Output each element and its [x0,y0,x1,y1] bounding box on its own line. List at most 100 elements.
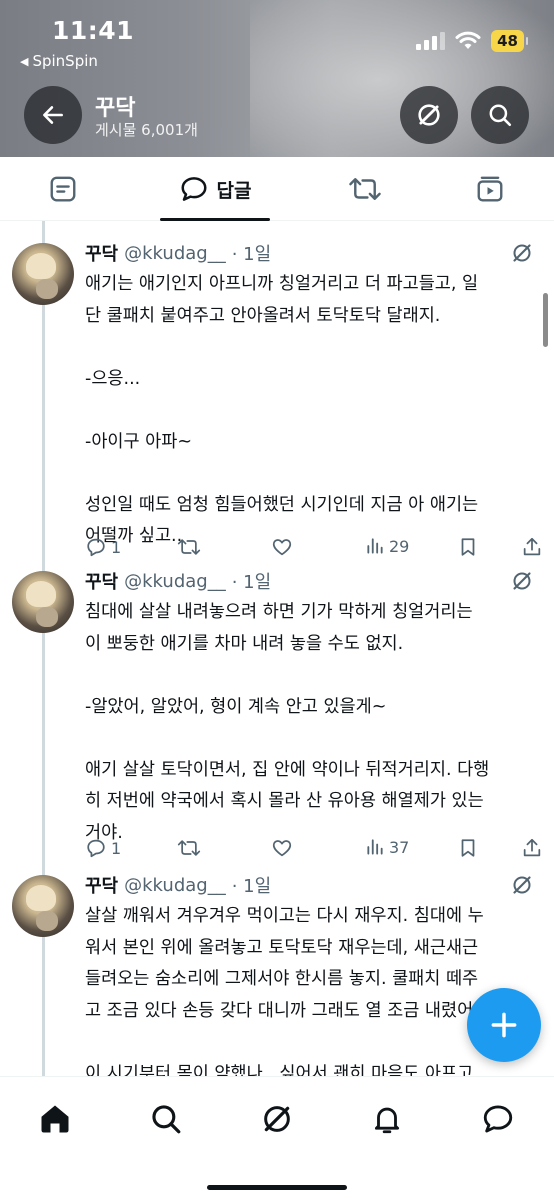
nav-notifications[interactable] [365,1097,409,1141]
tweet-text-line: 단 쿨패치 붙여주고 안아올려서 토닥토닥 달래지. [85,305,441,326]
tweet-grok-button[interactable] [510,873,534,901]
tweet-text-line: 살살 깨워서 겨우겨우 먹이고는 다시 재우지. 침대에 누 [85,906,484,926]
tweet-text-line [85,1027,525,1059]
heart-icon [272,539,292,556]
nav-home[interactable] [33,1097,77,1141]
tweet-text-line: -알았어, 알았어, 형이 계속 안고 있을게~ [85,696,387,717]
tweet-author-name[interactable]: 꾸닥 [85,872,118,898]
like-button[interactable] [271,837,293,859]
nav-search[interactable] [144,1097,188,1141]
tweet-text-line: 애기 살살 토닥이면서, 집 안에 약이나 뒤적거리지. 다행 [85,759,490,780]
tweet-text-line: 이 뽀둥한 애기를 차마 내려 놓을 수도 없지. [85,633,404,654]
messages-icon [483,1105,513,1133]
reply-icon [87,839,105,858]
back-triangle-icon: ◀ [20,54,29,68]
grok-icon [513,244,531,262]
tab-replies[interactable]: 답글 [160,157,270,221]
views-chart-icon [367,538,383,554]
like-button[interactable] [271,536,293,558]
tweet[interactable]: 꾸닥 @kkudag__ · 1일살살 깨워서 겨우겨우 먹이고는 다시 재우지. … [0,873,554,1076]
tweet-header: 꾸닥 @kkudag__ · 1일 [85,872,271,898]
back-to-app-link[interactable]: ◀ SpinSpin [20,52,98,70]
heart-icon [272,840,292,857]
tweet-text: 침대에 살살 내려놓으려 하면 기가 막하게 칭얼거리는이 뽀둥한 애기를 차마… [85,597,525,849]
reply-count: 1 [111,537,122,557]
share-icon [523,838,541,857]
reply-icon [87,538,105,557]
tweet-author-handle[interactable]: @kkudag__ [124,243,226,264]
tweet-header: 꾸닥 @kkudag__ · 1일 [85,568,271,594]
wifi-icon [455,31,481,49]
reply-button[interactable]: 1 [85,837,121,859]
bookmark-button[interactable] [457,536,479,558]
tweet-text: 살살 깨워서 겨우겨우 먹이고는 다시 재우지. 침대에 누워서 본인 위에 올… [85,901,525,1076]
grok-icon [418,104,440,126]
reply-button[interactable]: 1 [85,536,121,558]
repost-icon [177,840,201,856]
grok-button[interactable] [400,86,458,144]
reply-bubble-icon [181,177,207,201]
replies-feed: 꾸닥 @kkudag__ · 1일 애기는 애기인지 아프니까 칭얼거리고 더 파고들… [0,221,554,1076]
tweet-text-line: 이 시기부터 몸이 약했나.. 싶어서 괜히 마음도 아프고 [85,1063,474,1077]
search-icon [152,1105,181,1134]
tab-reposts[interactable] [330,157,400,221]
tweet[interactable]: 꾸닥 @kkudag__ · 1일 애기는 애기인지 아프니까 칭얼거리고 더 파고들… [0,240,554,557]
views-button[interactable]: 37 [365,837,409,857]
home-indicator [207,1185,347,1190]
nav-grok[interactable] [255,1097,299,1141]
views-button[interactable]: 29 [365,536,409,556]
grok-icon [513,572,531,590]
compose-post-button[interactable] [467,988,541,1062]
share-button[interactable] [521,837,543,859]
profile-header-banner: 11:41 ◀ SpinSpin 48 꾸닥 게시물 6,001개 [0,0,554,157]
tweet-timestamp[interactable]: · 1일 [232,568,271,594]
tweet-timestamp[interactable]: · 1일 [232,872,271,898]
tweet-author-name[interactable]: 꾸닥 [85,568,118,594]
repost-button[interactable] [177,837,201,859]
tab-replies-label: 답글 [216,179,252,202]
share-button[interactable] [521,536,543,558]
tweet-grok-button[interactable] [510,241,534,269]
bookmark-icon [461,839,475,857]
tab-posts[interactable] [28,157,98,221]
tweet-text-line [85,458,525,490]
tweet-text-line: 워서 본인 위에 올려놓고 토닥토닥 재우는데, 새근새근 [85,937,479,958]
profile-name-title: 꾸닥 [95,96,136,121]
plus-icon [491,1012,517,1038]
back-arrow-icon [43,106,63,124]
bottom-navigation [0,1076,554,1199]
tweet-author-handle[interactable]: @kkudag__ [124,571,226,592]
back-button[interactable] [24,86,82,144]
notifications-bell-icon [374,1107,400,1134]
tweet-author-name[interactable]: 꾸닥 [85,240,118,266]
tweet-text-line: -아이구 아파~ [85,431,193,452]
bookmark-button[interactable] [457,837,479,859]
status-time: 11:41 [52,16,135,45]
tweet-grok-button[interactable] [510,569,534,597]
tweet-actions: 1 29 [85,536,545,560]
profile-tabs: 답글 [0,157,554,221]
tweet-text-line: 고 조금 있다 손등 갖다 대니까 그래도 열 조금 내렸어. [85,1000,479,1021]
repost-button[interactable] [177,536,201,558]
bookmark-icon [461,538,475,556]
avatar[interactable] [12,875,74,937]
tweet-text-line: 침대에 살살 내려놓으려 하면 기가 막하게 칭얼거리는 [85,602,473,622]
tab-media[interactable] [455,157,525,221]
tweet-author-handle[interactable]: @kkudag__ [124,875,226,896]
cellular-signal-icon [416,32,446,50]
status-indicators: 48 [416,30,528,52]
search-button[interactable] [471,86,529,144]
search-icon [489,104,512,127]
tweet-timestamp[interactable]: · 1일 [232,240,271,266]
avatar[interactable] [12,243,74,305]
post-count: 게시물 6,001개 [95,121,198,139]
home-icon [41,1105,69,1133]
tweet-text-line: -으응... [85,368,141,389]
nav-messages[interactable] [476,1097,520,1141]
posts-icon [50,176,76,202]
view-count: 29 [389,536,410,556]
tweet-actions: 1 37 [85,837,545,861]
tweet[interactable]: 꾸닥 @kkudag__ · 1일침대에 살살 내려놓으려 하면 기가 막하게 칭얼… [0,568,554,858]
reply-count: 1 [111,838,122,858]
avatar[interactable] [12,571,74,633]
